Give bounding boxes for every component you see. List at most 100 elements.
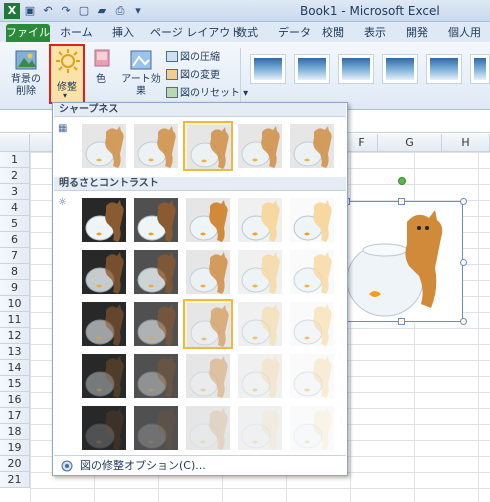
tab-home[interactable]: ホーム <box>60 24 93 42</box>
resize-handle-s[interactable] <box>398 318 405 325</box>
brightness-contrast-option[interactable] <box>287 247 337 297</box>
row-header[interactable]: 2 <box>0 168 30 184</box>
row-header[interactable]: 4 <box>0 200 30 216</box>
reset-picture-button[interactable]: 図のリセット ▾ <box>166 84 248 99</box>
select-all-corner[interactable] <box>0 134 30 152</box>
brightness-contrast-option[interactable] <box>183 351 233 401</box>
tab-view[interactable]: 表示 <box>364 24 386 42</box>
picture-style-6[interactable] <box>470 54 490 84</box>
brightness-contrast-option[interactable] <box>235 403 285 453</box>
column-header-g[interactable]: G <box>378 134 442 152</box>
sharpness-option[interactable] <box>79 121 129 171</box>
picture-style-3[interactable] <box>338 54 374 84</box>
picture-style-1[interactable] <box>250 54 286 84</box>
sharpness-option[interactable] <box>287 121 337 171</box>
column-header-f[interactable]: F <box>346 134 378 152</box>
remove-background-button[interactable]: 背景の 削除 <box>6 48 46 98</box>
row-header[interactable]: 7 <box>0 248 30 264</box>
tab-review[interactable]: 校閲 <box>322 24 344 42</box>
new-file-icon[interactable]: ▢ <box>76 3 92 19</box>
brightness-contrast-option[interactable] <box>131 299 181 349</box>
brightness-contrast-option[interactable] <box>287 351 337 401</box>
row-header[interactable]: 18 <box>0 424 30 440</box>
tab-developer[interactable]: 開発 <box>406 24 428 42</box>
brightness-contrast-option[interactable] <box>287 299 337 349</box>
row-header[interactable]: 21 <box>0 472 30 488</box>
brightness-contrast-option[interactable] <box>183 247 233 297</box>
brightness-contrast-option[interactable] <box>131 195 181 245</box>
brightness-contrast-option[interactable] <box>131 247 181 297</box>
row-header[interactable]: 8 <box>0 264 30 280</box>
brightness-contrast-option[interactable] <box>79 351 129 401</box>
change-label: 図の変更 <box>180 70 220 81</box>
brightness-contrast-option[interactable] <box>183 195 233 245</box>
row-header[interactable]: 6 <box>0 232 30 248</box>
corrections-button[interactable]: 修整 ▾ <box>49 44 85 104</box>
artistic-effects-button[interactable]: アート効果 <box>118 48 164 98</box>
dropdown-arrow-icon: ▾ <box>240 88 249 99</box>
picture-corrections-options-link[interactable]: 図の修整オプション(C)... <box>54 455 346 475</box>
row-header[interactable]: 15 <box>0 376 30 392</box>
rotation-handle[interactable] <box>398 177 406 185</box>
compress-pictures-button[interactable]: 図の圧縮 <box>166 48 220 63</box>
brightness-contrast-option[interactable] <box>131 403 181 453</box>
row-header[interactable]: 10 <box>0 296 30 312</box>
save-icon[interactable]: ▣ <box>22 3 38 19</box>
resize-handle-e[interactable] <box>460 259 467 266</box>
sharpness-heading: シャープネス <box>54 103 346 117</box>
brightness-contrast-option[interactable] <box>79 299 129 349</box>
tab-personal[interactable]: 個人用 <box>448 24 481 42</box>
tab-insert[interactable]: 挿入 <box>112 24 134 42</box>
row-header[interactable]: 17 <box>0 408 30 424</box>
resize-handle-se[interactable] <box>460 318 467 325</box>
column-header-h[interactable]: H <box>442 134 490 152</box>
row-header[interactable]: 12 <box>0 328 30 344</box>
row-header[interactable]: 5 <box>0 216 30 232</box>
sharpness-option[interactable] <box>131 121 181 171</box>
color-button[interactable]: 色 <box>88 48 114 86</box>
redo-icon[interactable]: ↷ <box>58 3 74 19</box>
change-picture-button[interactable]: 図の変更 <box>166 66 220 81</box>
brightness-contrast-option[interactable] <box>287 403 337 453</box>
tab-file[interactable]: ファイル <box>6 24 50 42</box>
picture-style-5[interactable] <box>426 54 462 84</box>
brightness-contrast-option[interactable] <box>79 247 129 297</box>
row-header[interactable]: 13 <box>0 344 30 360</box>
sharpness-option[interactable] <box>183 121 233 171</box>
brightness-contrast-option[interactable] <box>235 195 285 245</box>
row-header[interactable]: 14 <box>0 360 30 376</box>
resize-handle-ne[interactable] <box>460 198 467 205</box>
brightness-contrast-option[interactable] <box>235 299 285 349</box>
row-header[interactable]: 16 <box>0 392 30 408</box>
kitten-fishbowl-image <box>346 210 443 317</box>
tab-data[interactable]: データ <box>278 24 311 42</box>
brightness-contrast-option[interactable] <box>183 299 233 349</box>
brightness-contrast-option[interactable] <box>235 247 285 297</box>
brightness-contrast-option[interactable] <box>79 195 129 245</box>
row-header[interactable]: 1 <box>0 152 30 168</box>
print-icon[interactable]: ⎙ <box>112 3 128 19</box>
brightness-contrast-option[interactable] <box>183 403 233 453</box>
compress-label: 図の圧縮 <box>180 52 220 63</box>
open-folder-icon[interactable]: ▰ <box>94 3 110 19</box>
row-header[interactable]: 20 <box>0 456 30 472</box>
options-icon <box>61 460 73 472</box>
row-header[interactable]: 11 <box>0 312 30 328</box>
ribbon-tabs: ファイル ホーム 挿入 ページ レイアウト 数式 データ 校閲 表示 開発 個人… <box>0 22 490 42</box>
qat-more-icon[interactable]: ▾ <box>130 3 146 19</box>
tab-page-layout[interactable]: ページ レイアウト <box>150 24 241 42</box>
brightness-contrast-option[interactable] <box>131 351 181 401</box>
brightness-contrast-option[interactable] <box>235 351 285 401</box>
resize-handle-n[interactable] <box>398 198 405 205</box>
brightness-contrast-option[interactable] <box>287 195 337 245</box>
selected-picture[interactable] <box>346 201 463 322</box>
undo-icon[interactable]: ↶ <box>40 3 56 19</box>
tab-formulas[interactable]: 数式 <box>236 24 258 42</box>
sharpness-option[interactable] <box>235 121 285 171</box>
row-header[interactable]: 3 <box>0 184 30 200</box>
picture-style-4[interactable] <box>382 54 418 84</box>
brightness-contrast-option[interactable] <box>79 403 129 453</box>
row-header[interactable]: 9 <box>0 280 30 296</box>
row-header[interactable]: 19 <box>0 440 30 456</box>
picture-style-2[interactable] <box>294 54 330 84</box>
